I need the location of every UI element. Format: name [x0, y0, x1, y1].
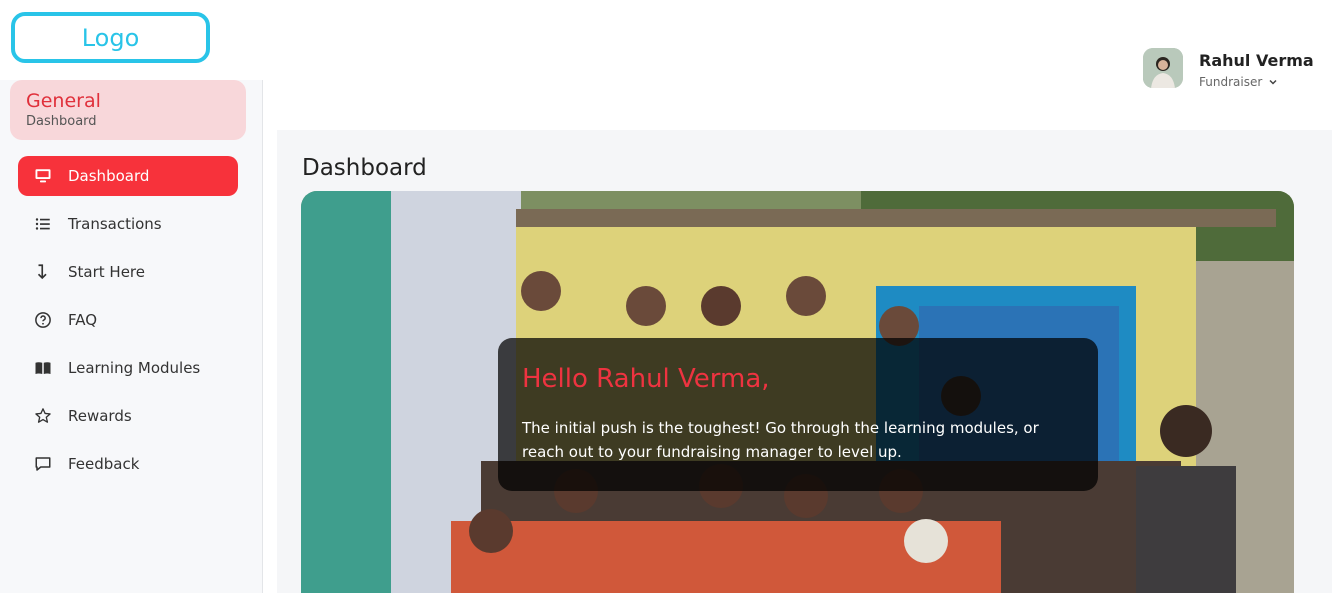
arrow-down-turn-icon	[33, 262, 53, 282]
avatar[interactable]	[1143, 48, 1183, 88]
sidebar-item-label: Transactions	[68, 215, 162, 233]
section-title: General	[26, 90, 101, 112]
section-subtitle: Dashboard	[26, 114, 97, 129]
sidebar-item-label: FAQ	[68, 311, 98, 329]
book-icon	[33, 358, 53, 378]
monitor-icon	[33, 166, 53, 186]
sidebar-item-transactions[interactable]: Transactions	[18, 204, 238, 244]
star-icon	[33, 406, 53, 426]
question-circle-icon	[33, 310, 53, 330]
page-title: Dashboard	[302, 155, 427, 181]
user-name: Rahul Verma	[1199, 51, 1314, 70]
sidebar-item-label: Learning Modules	[68, 359, 201, 377]
sidebar-item-dashboard[interactable]: Dashboard	[18, 156, 238, 196]
sidebar: Logo General Dashboard Dashboard Transac…	[0, 0, 263, 593]
sidebar-item-start-here[interactable]: Start Here	[18, 252, 238, 292]
welcome-title: Hello Rahul Verma,	[522, 364, 770, 394]
sidebar-item-feedback[interactable]: Feedback	[18, 444, 238, 484]
message-square-icon	[33, 454, 53, 474]
welcome-message: The initial push is the toughest! Go thr…	[522, 419, 1039, 461]
section-header-general: General Dashboard	[10, 80, 246, 140]
sidebar-item-faq[interactable]: FAQ	[18, 300, 238, 340]
user-role-dropdown[interactable]: Fundraiser	[1199, 75, 1278, 89]
sidebar-item-rewards[interactable]: Rewards	[18, 396, 238, 436]
user-role: Fundraiser	[1199, 75, 1263, 89]
chevron-down-icon	[1269, 79, 1277, 85]
sidebar-item-label: Dashboard	[68, 167, 150, 185]
sidebar-item-label: Rewards	[68, 407, 132, 425]
logo-text: Logo	[81, 23, 140, 52]
list-icon	[33, 214, 53, 234]
welcome-card: Hello Rahul Verma, The initial push is t…	[498, 338, 1098, 491]
logo[interactable]: Logo	[11, 12, 210, 63]
sidebar-item-label: Feedback	[68, 455, 140, 473]
sidebar-item-learning-modules[interactable]: Learning Modules	[18, 348, 238, 388]
sidebar-nav: Dashboard Transactions Start Here FAQ Le…	[18, 156, 238, 492]
sidebar-item-label: Start Here	[68, 263, 145, 281]
